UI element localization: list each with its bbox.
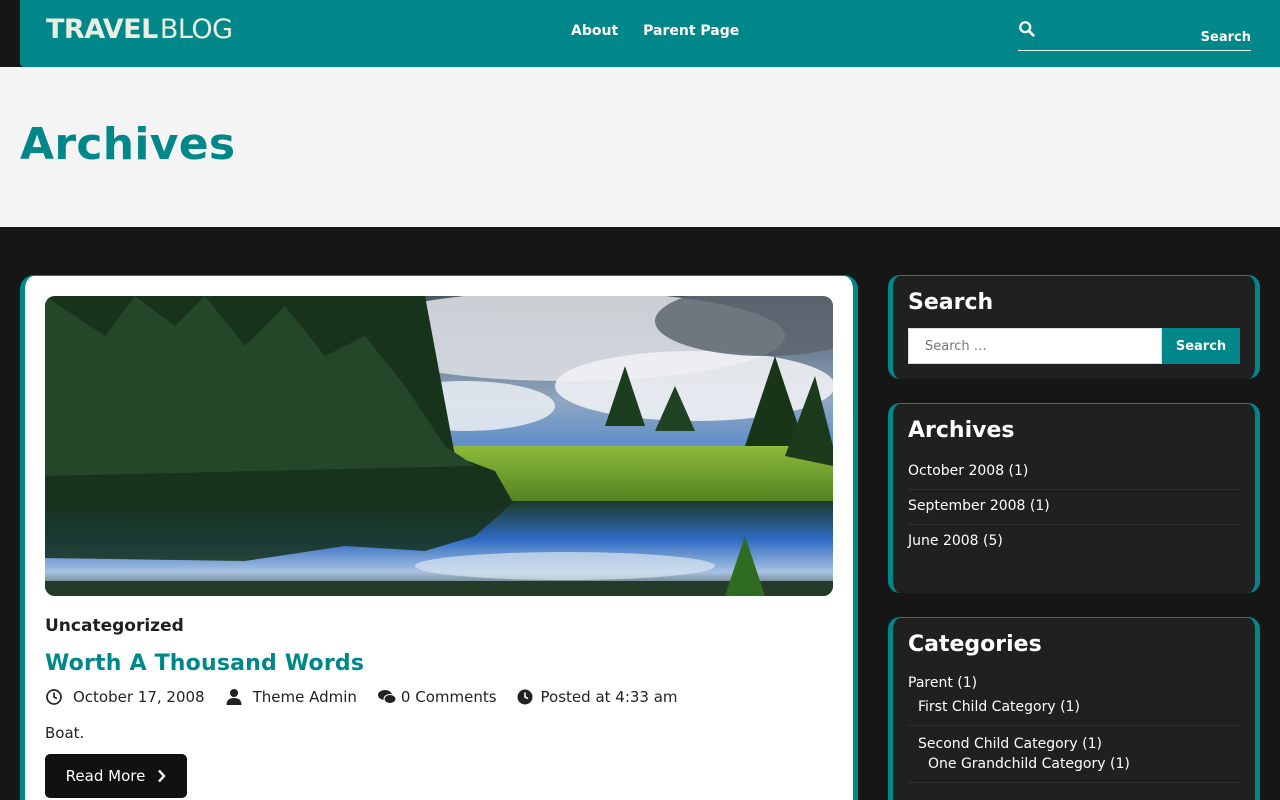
clock-filled-icon <box>517 689 533 705</box>
search-icon <box>1019 21 1035 37</box>
archives-widget-title: Archives <box>908 418 1015 443</box>
post-title[interactable]: Worth A Thousand Words <box>45 651 364 676</box>
search-widget-title: Search <box>908 290 994 315</box>
post-featured-image[interactable] <box>45 296 833 596</box>
post-excerpt: Boat. <box>45 724 85 742</box>
sidebar-search-input[interactable] <box>908 328 1162 364</box>
user-icon <box>226 689 242 705</box>
archive-item-september-2008[interactable]: September 2008 (1) <box>908 490 1240 525</box>
archive-item-october-2008[interactable]: October 2008 (1) <box>908 455 1240 490</box>
comments-icon <box>377 690 397 704</box>
post-meta: October 17, 2008 Theme Admin 0 Comments … <box>45 688 698 706</box>
nav-item-about[interactable]: About <box>571 23 618 39</box>
category-item-grandchild[interactable]: One Grandchild Category (1) <box>908 754 1240 783</box>
categories-widget-title: Categories <box>908 632 1042 657</box>
site-header: TRAVEL BLOG About Parent Page Search <box>20 0 1280 67</box>
category-item-first-child[interactable]: First Child Category (1) <box>908 695 1240 726</box>
nav-item-parent-page[interactable]: Parent Page <box>643 23 739 39</box>
forest-lake-image <box>45 296 833 596</box>
search-form: Search <box>908 328 1240 364</box>
post-time: Posted at 4:33 am <box>517 688 678 706</box>
search-widget: Search Search <box>888 275 1260 379</box>
post-card: Uncategorized Worth A Thousand Words Oct… <box>20 275 858 800</box>
read-more-label: Read More <box>65 767 146 785</box>
post-category[interactable]: Uncategorized <box>45 616 184 636</box>
page-title: Archives <box>20 119 236 170</box>
post-date[interactable]: October 17, 2008 <box>45 688 205 706</box>
post-date-text: October 17, 2008 <box>73 688 205 706</box>
main-nav: About Parent Page <box>571 23 739 39</box>
header-search-button[interactable]: Search <box>1201 30 1251 45</box>
archive-item-june-2008[interactable]: June 2008 (5) <box>908 525 1240 559</box>
categories-list: Parent (1) First Child Category (1) Seco… <box>908 671 1240 783</box>
logo-text-secondary: BLOG <box>159 14 233 45</box>
read-more-button[interactable]: Read More <box>45 754 187 798</box>
post-author-text: Theme Admin <box>252 688 357 706</box>
logo-text-primary: TRAVEL <box>46 14 158 45</box>
post-time-text: Posted at 4:33 am <box>540 688 678 706</box>
header-search-input[interactable] <box>1042 22 1192 44</box>
category-item-second-child[interactable]: Second Child Category (1) <box>908 726 1240 754</box>
category-item-parent[interactable]: Parent (1) <box>908 671 1240 695</box>
site-logo[interactable]: TRAVEL BLOG <box>46 14 233 46</box>
page-title-banner: Archives <box>0 67 1280 227</box>
chevron-right-icon <box>158 769 166 783</box>
archives-list: October 2008 (1) September 2008 (1) June… <box>908 455 1240 559</box>
post-comments[interactable]: 0 Comments <box>377 688 497 706</box>
post-author[interactable]: Theme Admin <box>225 688 357 706</box>
header-search: Search <box>1018 18 1251 51</box>
archives-widget: Archives October 2008 (1) September 2008… <box>888 403 1260 593</box>
clock-icon <box>46 689 62 705</box>
categories-widget: Categories Parent (1) First Child Catego… <box>888 617 1260 800</box>
sidebar-search-button[interactable]: Search <box>1162 328 1240 364</box>
post-comments-text: 0 Comments <box>400 688 497 706</box>
